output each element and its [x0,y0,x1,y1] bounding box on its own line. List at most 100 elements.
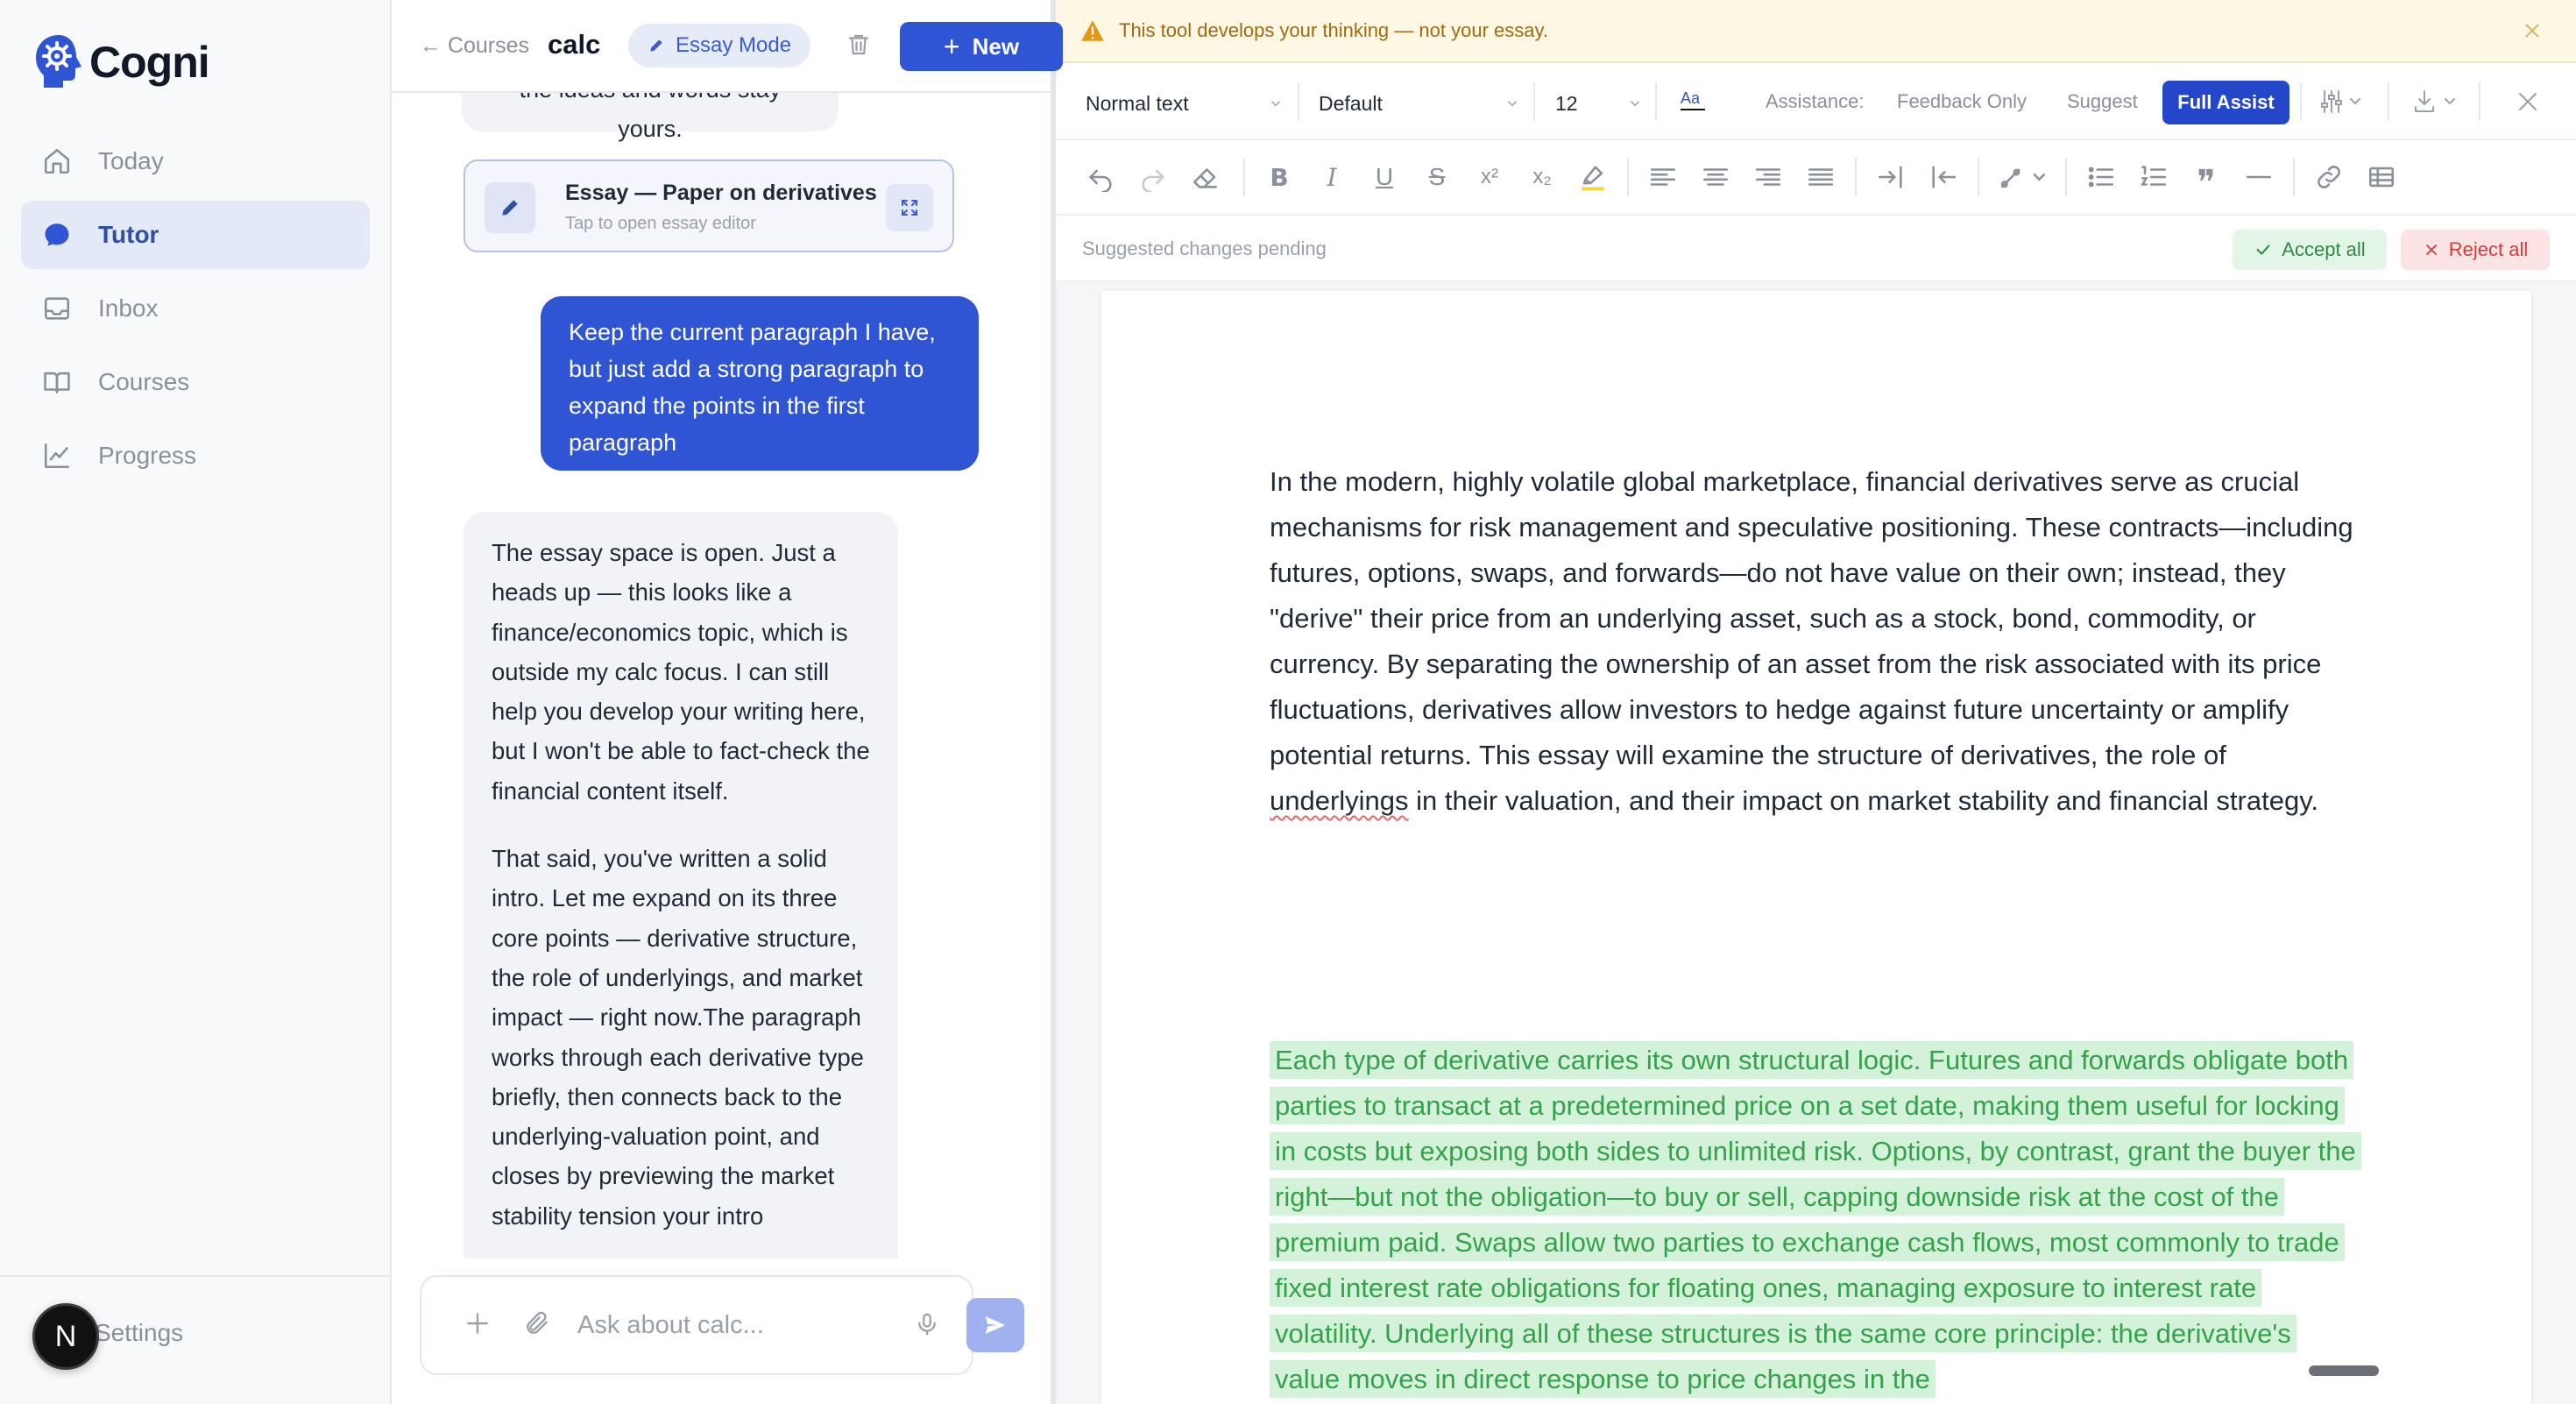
suggestions-bar: Suggested changes pending Accept all Rej… [1056,216,2576,282]
line-style-icon[interactable] [1999,162,2051,192]
paragraph-text: In the modern, highly volatile global ma… [1270,466,2353,770]
assistant-message-paragraph: That said, you've written a solid intro.… [492,845,864,1230]
essay-paragraph-original[interactable]: In the modern, highly volatile global ma… [1270,459,2356,824]
sidebar-item-tutor[interactable]: Tutor [21,201,370,269]
essay-paragraph-suggested[interactable]: Each type of derivative carries its own … [1270,1038,2361,1402]
expand-button[interactable] [886,184,933,231]
logo[interactable]: Cogni [33,33,210,91]
toolbar-divider [2293,158,2295,196]
superscript-icon[interactable]: x² [1475,162,1504,192]
brain-head-icon [36,35,81,88]
assist-option-full[interactable]: Full Assist [2162,81,2289,124]
toolbar-divider [1298,82,1299,121]
paperclip-icon[interactable] [523,1309,551,1337]
book-icon [44,372,70,394]
undo-icon[interactable] [1086,162,1115,192]
assist-option-suggest[interactable]: Suggest [2067,90,2138,113]
indent-icon[interactable] [1876,162,1906,192]
trash-icon[interactable] [846,32,872,58]
microphone-icon[interactable] [914,1309,940,1339]
toolbar-divider [2388,82,2389,121]
sliders-icon[interactable] [2319,88,2365,116]
highlighter-icon[interactable] [1578,162,1608,192]
plus-icon: + [943,30,960,62]
chevron-down-icon [1507,101,1518,107]
chat-messages[interactable]: the ideas and words stay yours. Essay — … [392,93,1051,1259]
send-button[interactable] [966,1298,1024,1352]
underline-icon[interactable]: U [1369,162,1399,192]
avatar[interactable]: N [32,1303,99,1370]
chat-header: ← Courses calc Essay Mode + New [392,0,1063,93]
align-center-icon[interactable] [1701,162,1730,192]
subscript-icon[interactable]: x₂ [1527,162,1557,192]
warning-text: This tool develops your thinking — not y… [1119,19,1548,41]
assistant-message-paragraph: The essay space is open. Just a heads up… [492,539,870,805]
plus-icon[interactable] [464,1309,492,1337]
assist-option-feedback[interactable]: Feedback Only [1897,90,2027,113]
chat-title: calc [548,29,601,60]
toolbar-divider [1655,82,1657,121]
home-icon [44,148,70,174]
close-icon[interactable] [2521,19,2544,42]
sidebar-item-progress[interactable]: Progress [21,422,370,490]
toolbar-divider [1978,158,1979,196]
align-justify-icon[interactable] [1806,162,1836,192]
back-to-courses-link[interactable]: ← Courses [420,33,529,59]
reject-all-label: Reject all [2448,238,2529,260]
sidebar-item-inbox[interactable]: Inbox [21,274,370,343]
strikethrough-icon[interactable]: S [1422,162,1452,192]
inbox-icon [44,297,70,320]
align-left-icon[interactable] [1648,162,1678,192]
link-icon[interactable] [2314,162,2344,192]
toolbar-divider [2479,82,2480,121]
download-icon[interactable] [2412,88,2461,116]
sidebar-item-label: Progress [98,442,197,469]
font-family-select[interactable]: Default [1319,86,1520,121]
chart-icon [44,443,70,469]
eraser-icon[interactable] [1191,162,1221,192]
sidebar-item-label: Tutor [98,221,159,248]
sidebar-item-label: Inbox [98,294,159,322]
quote-icon[interactable]: ❞ [2191,162,2221,203]
close-icon[interactable] [2514,88,2542,116]
numbered-list-icon[interactable] [2139,162,2169,192]
text-case-icon[interactable]: Aa [1679,86,1707,114]
chevron-down-icon [1270,101,1281,107]
redo-icon[interactable] [1138,162,1168,192]
document-page[interactable]: In the modern, highly volatile global ma… [1101,291,2531,1404]
outdent-icon[interactable] [1928,162,1958,192]
chevron-down-icon [1630,101,1640,107]
sidebar-item-today[interactable]: Today [21,127,370,195]
essay-card[interactable]: Essay — Paper on derivatives Tap to open… [464,160,954,252]
assistant-message: The essay space is open. Just a heads up… [464,512,898,1259]
settings-link[interactable]: Settings [95,1319,183,1347]
toolbar-divider [1533,82,1535,121]
reject-all-button[interactable]: Reject all [2401,230,2550,270]
essay-card-title: Essay — Paper on derivatives [565,181,877,205]
sidebar-item-courses[interactable]: Courses [21,348,370,416]
sidebar: Cogni Today Tutor Inbox Courses Progress… [0,0,392,1404]
bullet-list-icon[interactable] [2086,162,2116,192]
chat-panel: ← Courses calc Essay Mode + New the idea… [392,0,1063,1404]
chat-input[interactable] [577,1303,867,1347]
font-size-value: 12 [1555,91,1578,115]
toolbar-divider [1243,158,1245,196]
bold-icon[interactable]: B [1264,162,1294,192]
essay-mode-label: Essay Mode [676,33,792,57]
spelling-flag[interactable]: underlyings [1270,785,1409,816]
horizontal-rule-icon[interactable] [2244,162,2274,192]
table-icon[interactable] [2367,162,2396,192]
suggested-insertion: Each type of derivative carries its own … [1270,1041,2361,1398]
italic-icon[interactable]: I [1317,162,1347,192]
essay-card-subtitle: Tap to open essay editor [565,214,756,233]
align-right-icon[interactable] [1753,162,1783,192]
expand-icon [902,200,917,216]
toolbar-divider [1855,158,1857,196]
new-chat-button[interactable]: + New [900,22,1063,71]
essay-mode-button[interactable]: Essay Mode [628,24,811,67]
assistance-label: Assistance: [1766,90,1865,112]
font-size-select[interactable]: 12 [1555,86,1643,121]
text-style-select[interactable]: Normal text [1086,86,1284,121]
accept-all-button[interactable]: Accept all [2233,230,2387,270]
scroll-handle[interactable] [2309,1365,2379,1376]
